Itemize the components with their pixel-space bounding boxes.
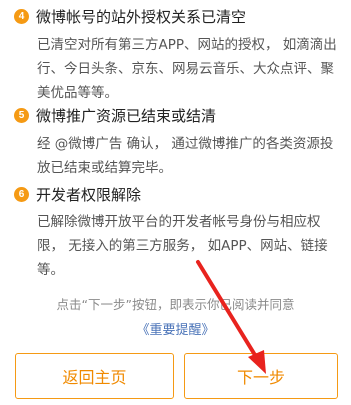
section-title-row: 5 微博推广资源已结束或结清 bbox=[14, 105, 216, 125]
number-badge: 6 bbox=[14, 186, 29, 202]
number-badge: 5 bbox=[14, 107, 29, 123]
next-step-button[interactable]: 下一步 bbox=[184, 353, 338, 399]
body-line: 放已结束或结算完毕。 bbox=[37, 160, 172, 176]
body-line: 美优品等等。 bbox=[37, 85, 118, 101]
body-line: 已解除微博开放平台的开发者帐号身份与相应权 bbox=[37, 214, 321, 230]
body-line: 等。 bbox=[37, 262, 64, 278]
page: 4 微博帐号的站外授权关系已清空 已清空对所有第三方APP、网站的授权， 如滴滴… bbox=[0, 0, 351, 405]
back-to-home-button[interactable]: 返回主页 bbox=[15, 353, 174, 399]
section-body: 经 @微博广告 确认， 通过微博推广的各类资源投 放已结束或结算完毕。 bbox=[37, 132, 337, 180]
section-body: 已解除微博开放平台的开发者帐号身份与相应权 限， 无接入的第三方服务， 如APP… bbox=[37, 210, 337, 282]
agreement-hint: 点击“下一步”按钮，即表示你已阅读并同意 bbox=[56, 297, 295, 312]
section-title: 开发者权限解除 bbox=[36, 185, 142, 204]
body-line: 限， 无接入的第三方服务， 如APP、网站、链接 bbox=[37, 238, 328, 254]
section-title-row: 6 开发者权限解除 bbox=[14, 184, 141, 204]
important-reminder-link[interactable]: 《重要提醒》 bbox=[0, 319, 351, 338]
number-badge: 4 bbox=[14, 8, 29, 24]
section-body: 已清空对所有第三方APP、网站的授权， 如滴滴出 行、今日头条、京东、网易云音乐… bbox=[37, 33, 337, 105]
body-line: 经 @微博广告 确认， 通过微博推广的各类资源投 bbox=[37, 136, 334, 152]
body-line: 已清空对所有第三方APP、网站的授权， 如滴滴出 bbox=[37, 37, 337, 53]
section-title: 微博帐号的站外授权关系已清空 bbox=[36, 7, 247, 26]
section-title: 微博推广资源已结束或结清 bbox=[36, 106, 217, 125]
section-title-row: 4 微博帐号的站外授权关系已清空 bbox=[14, 6, 246, 26]
body-line: 行、今日头条、京东、网易云音乐、大众点评、聚 bbox=[37, 61, 334, 77]
